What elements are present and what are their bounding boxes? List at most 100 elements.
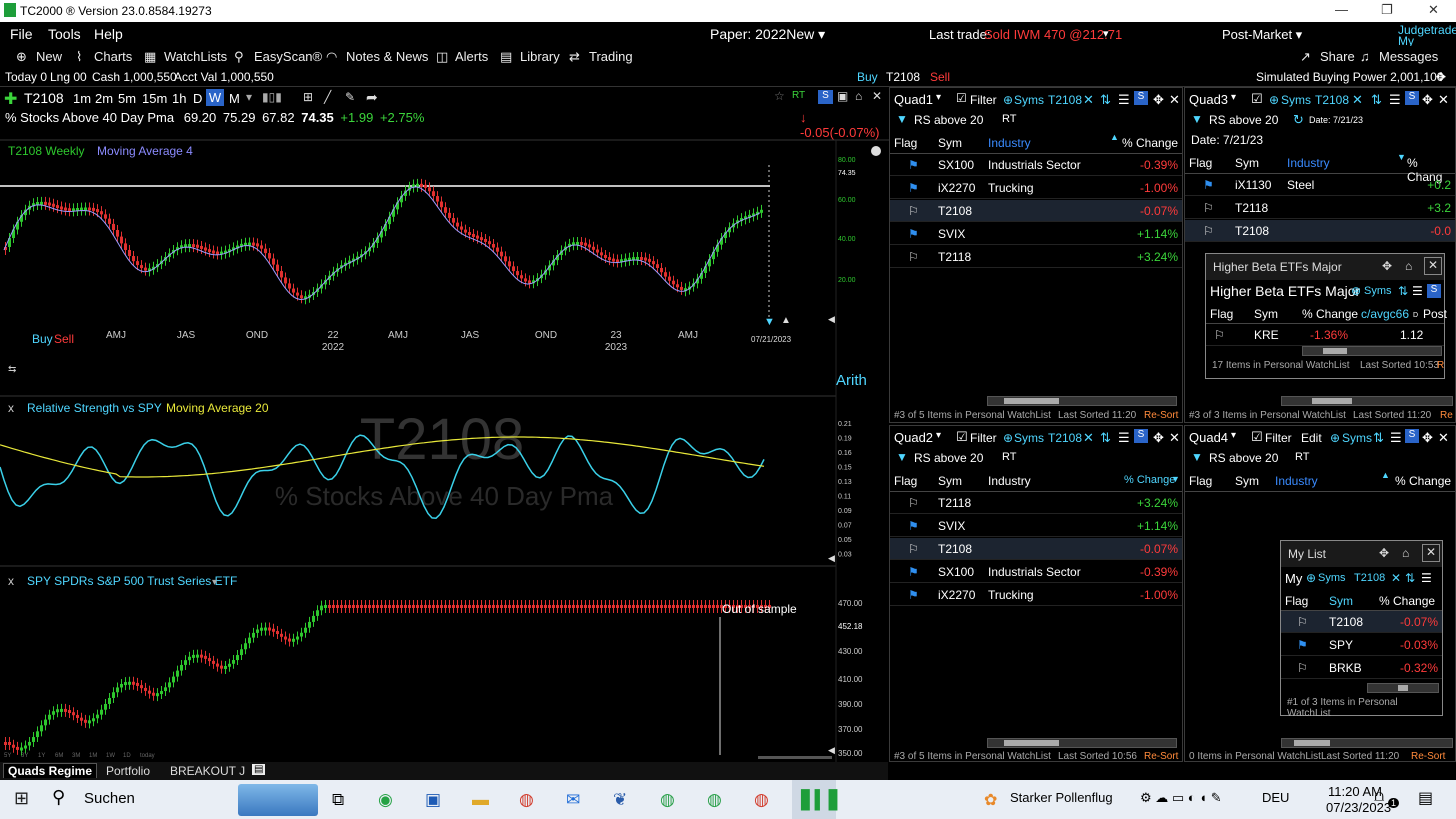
watchlists-button[interactable]: WatchLists — [164, 49, 227, 64]
quad3-filter-icon[interactable]: ▼ — [1191, 112, 1203, 126]
weather-text[interactable]: Starker Pollenflug — [1010, 790, 1113, 805]
interval-dropdown-icon[interactable]: ▾ — [246, 90, 252, 104]
action-center-icon[interactable]: ▤ — [1418, 788, 1433, 808]
quad1-title[interactable]: Quad1 — [894, 92, 933, 107]
sell-signal-label[interactable]: Sell — [54, 332, 74, 346]
pane1-ma-label[interactable]: Moving Average 4 — [97, 144, 193, 158]
pin-icon[interactable]: ⌂ — [855, 89, 862, 103]
new-button[interactable]: New — [36, 49, 62, 64]
quad2-filter-label[interactable]: Filter — [970, 431, 997, 445]
flag-icon[interactable]: ⚐ — [1203, 224, 1214, 238]
quad3-title[interactable]: Quad3 — [1189, 92, 1228, 107]
my-list-move-icon[interactable]: ✥ — [1379, 546, 1389, 560]
range-buttons[interactable]: 5Y 3Y 1Y 6M 3M 1M 1W 1D today — [4, 753, 155, 759]
quad1-clear-icon[interactable]: ✕ — [1083, 92, 1094, 108]
quad2-scroll-thumb[interactable] — [1004, 740, 1059, 746]
higher-beta-list-title[interactable]: Higher Beta ETFs Major — [1210, 283, 1360, 299]
flag-icon[interactable]: ⚑ — [1203, 178, 1214, 192]
col-flag[interactable]: Flag — [1189, 474, 1212, 488]
sort-desc-icon[interactable]: ▼ — [1171, 474, 1180, 484]
flag-icon[interactable]: ⚐ — [908, 250, 919, 264]
my-list-scrollbar[interactable] — [1367, 683, 1439, 693]
quad2-clear-icon[interactable]: ✕ — [1083, 430, 1094, 446]
quad4-syms-button[interactable]: Syms — [1342, 431, 1372, 445]
draw-line-icon[interactable]: ╱ — [324, 90, 331, 104]
table-row[interactable]: ⚐ T2108 -0.07% — [890, 538, 1182, 560]
table-row[interactable]: ⚐ T2118 +3.24% — [890, 492, 1182, 514]
library-button[interactable]: Library — [520, 49, 560, 64]
range-button[interactable]: 1D — [123, 753, 131, 759]
chart-symbol[interactable]: T2108 — [24, 90, 64, 106]
range-button[interactable]: 3Y — [21, 753, 28, 759]
quad1-syms-icon[interactable]: ⊕ — [1003, 93, 1013, 107]
quad2-close-icon[interactable]: ✕ — [1169, 430, 1180, 446]
table-row[interactable]: ⚑ SVIX +1.14% — [890, 515, 1182, 537]
range-button[interactable]: today — [140, 753, 155, 759]
search-icon[interactable]: ⚲ — [52, 787, 65, 808]
interval-m[interactable]: M — [229, 91, 240, 106]
quad2-move-icon[interactable]: ✥ — [1153, 430, 1164, 446]
quad4-sort-icon[interactable]: ⇅ — [1373, 430, 1384, 446]
higher-beta-move-icon[interactable]: ✥ — [1382, 259, 1392, 273]
easyscan-button[interactable]: EasyScan® — [254, 49, 322, 64]
charts-button[interactable]: Charts — [94, 49, 132, 64]
interval-w[interactable]: W — [206, 89, 224, 106]
quad2-scan-dropdown[interactable]: RS above 20 — [914, 451, 983, 465]
system-tray-icons[interactable]: ⚙ ☁ ▭ ◐ ◖ ✎ — [1140, 790, 1222, 806]
close-chart-icon[interactable]: ✕ — [872, 89, 882, 103]
flag-icon[interactable]: ⚑ — [1297, 638, 1308, 652]
share-button[interactable]: Share — [1320, 49, 1355, 64]
range-button[interactable]: 5Y — [4, 753, 11, 759]
quad2-menu-icon[interactable]: ☰ — [1118, 430, 1130, 446]
buy-button[interactable]: Buy — [857, 70, 878, 84]
pane2-close-icon[interactable]: x — [8, 401, 14, 415]
quad4-close-icon[interactable]: ✕ — [1438, 430, 1449, 446]
range-button[interactable]: 3M — [72, 753, 80, 759]
quad1-filter-label[interactable]: Filter — [970, 93, 997, 107]
my-list-close-icon[interactable]: ✕ — [1422, 544, 1440, 562]
windows-start-icon[interactable]: ⊞ — [14, 788, 29, 809]
col-change[interactable]: % Change — [1122, 136, 1178, 150]
quad3-sort-icon[interactable]: ⇅ — [1371, 92, 1382, 108]
last-trade-value[interactable]: Sold IWM 470 @212.71 — [984, 27, 1122, 42]
quad2-s-icon[interactable]: S — [1134, 429, 1148, 443]
quad3-date-dropdown[interactable]: Date: 7/21/23 — [1309, 115, 1363, 125]
quad2-scrollbar[interactable] — [987, 738, 1177, 748]
flag-icon[interactable]: ⚐ — [908, 204, 919, 218]
menu-file[interactable]: File — [10, 26, 33, 42]
range-button[interactable]: 1Y — [38, 753, 45, 759]
higher-beta-sort-icon[interactable]: ⇅ — [1398, 284, 1408, 298]
quad4-rt-dropdown[interactable]: RT — [1295, 451, 1309, 463]
add-symbol-icon[interactable]: ✚ — [4, 89, 17, 109]
higher-beta-syms-button[interactable]: Syms — [1364, 285, 1392, 297]
session-dropdown[interactable]: Post-Market ▾ — [1222, 27, 1302, 43]
quad4-syms-icon[interactable]: ⊕ — [1330, 431, 1340, 445]
flag-icon[interactable]: ⚐ — [1203, 201, 1214, 215]
move-icon[interactable]: ✥ — [1436, 70, 1446, 84]
quad4-resort[interactable]: Re-Sort — [1411, 751, 1445, 762]
col-industry[interactable]: Industry — [988, 474, 1031, 488]
sort-desc-icon[interactable]: ▼ — [1397, 152, 1406, 162]
quad3-refresh-icon[interactable]: ↻ — [1293, 112, 1304, 128]
pane3-close-icon[interactable]: x — [8, 574, 14, 588]
quad3-scrollbar[interactable] — [1281, 396, 1453, 406]
higher-beta-menu-icon[interactable]: ☰ — [1412, 284, 1423, 298]
screen-icon[interactable]: ⩍ — [1374, 788, 1384, 806]
pane2-ma-label[interactable]: Moving Average 20 — [166, 401, 269, 415]
pane1-left-arrow-icon[interactable]: ◀ — [828, 314, 835, 324]
col-sym[interactable]: Sym — [938, 136, 962, 150]
whatsapp-icon[interactable]: ◉ — [378, 790, 393, 810]
quad2-resort[interactable]: Re-Sort — [1144, 751, 1178, 762]
interval-15m[interactable]: 15m — [142, 91, 167, 106]
table-row[interactable]: ⚑ iX2270 Trucking -1.00% — [890, 177, 1182, 199]
quad1-resort[interactable]: Re-Sort — [1144, 410, 1178, 421]
table-row[interactable]: ⚐ T2108 -0.07% — [1281, 611, 1442, 633]
my-list-titlebar[interactable]: My List ✥ ⌂ ✕ — [1281, 541, 1442, 567]
col-industry[interactable]: Industry — [988, 136, 1031, 150]
new-tab-icon[interactable]: ▤ — [252, 764, 266, 775]
pane3-left-arrow-icon[interactable]: ◀ — [828, 745, 835, 755]
higher-beta-scroll-thumb[interactable] — [1323, 348, 1347, 354]
mail-icon[interactable]: ✉ — [566, 790, 580, 810]
feather-icon[interactable]: ❦ — [613, 790, 627, 810]
quad4-title[interactable]: Quad4 — [1189, 430, 1228, 445]
